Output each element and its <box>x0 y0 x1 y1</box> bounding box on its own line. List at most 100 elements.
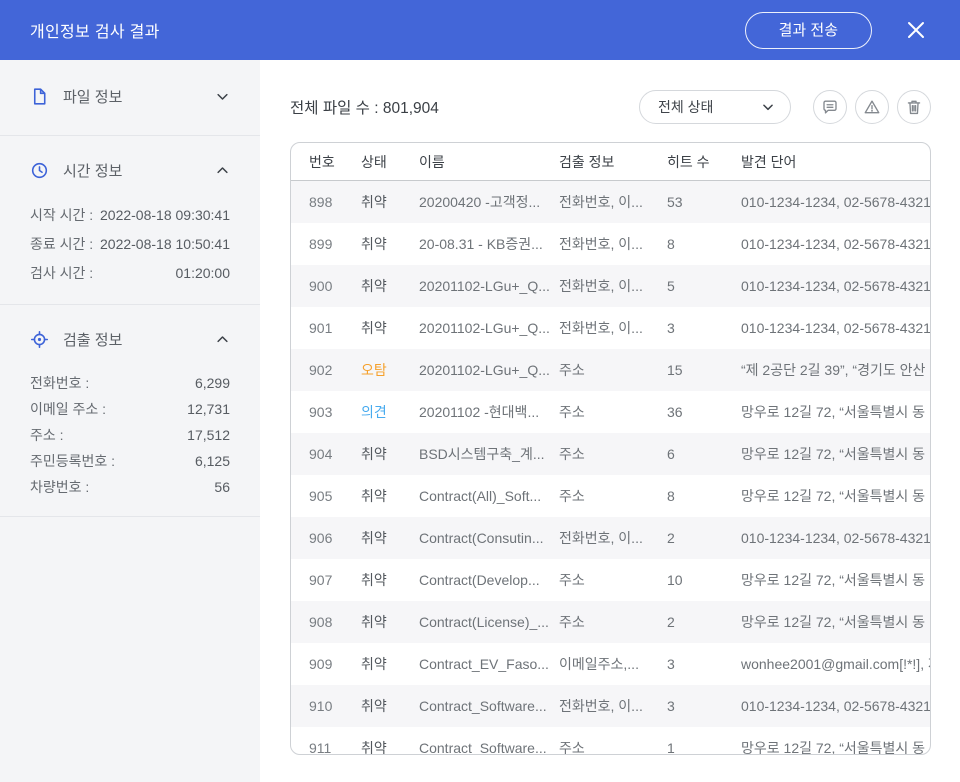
cell-hits: 6 <box>667 446 741 462</box>
send-results-button[interactable]: 결과 전송 <box>745 12 872 49</box>
col-header-detected: 검출 정보 <box>559 152 667 172</box>
chevron-up-icon <box>215 163 230 178</box>
info-value: 2022-08-18 10:50:41 <box>100 230 230 259</box>
cell-hits: 36 <box>667 404 741 420</box>
cell-hits: 15 <box>667 362 741 378</box>
table-row[interactable]: 906 취약 Contract(Consutin... 전화번호, 이... 2… <box>291 517 930 559</box>
main-content: 전체 파일 수 : 801,904 전체 상태 <box>260 60 960 782</box>
info-row: 검사 시간 : 01:20:00 <box>30 259 230 288</box>
cell-status: 취약 <box>361 696 419 716</box>
cell-no: 903 <box>309 404 361 420</box>
cell-hits: 53 <box>667 194 741 210</box>
cell-detected: 전화번호, 이... <box>559 192 667 212</box>
cell-hits: 3 <box>667 320 741 336</box>
table-row[interactable]: 905 취약 Contract(All)_Soft... 주소 8 망우로 12… <box>291 475 930 517</box>
cell-words: 010-1234-1234, 02-5678-4321, <box>741 194 930 210</box>
cell-detected: 이메일주소,... <box>559 654 667 674</box>
cell-no: 901 <box>309 320 361 336</box>
cell-status: 취약 <box>361 486 419 506</box>
table-row[interactable]: 908 취약 Contract(License)_... 주소 2 망우로 12… <box>291 601 930 643</box>
detect-info-toggle[interactable]: 검출 정보 <box>30 329 230 350</box>
table-row[interactable]: 903 의견 20201102 -현대백... 주소 36 망우로 12길 72… <box>291 391 930 433</box>
cell-detected: 전화번호, 이... <box>559 696 667 716</box>
info-label: 시작 시간 : <box>30 201 93 230</box>
cell-hits: 8 <box>667 488 741 504</box>
section-label: 시간 정보 <box>63 160 215 181</box>
status-filter-dropdown[interactable]: 전체 상태 <box>639 90 791 124</box>
info-value: 12,731 <box>187 396 230 422</box>
cell-no: 909 <box>309 656 361 672</box>
status-filter-value: 전체 상태 <box>658 97 713 117</box>
cell-hits: 8 <box>667 236 741 252</box>
cell-words: 망우로 12길 72, “서울특별시 동 <box>741 486 930 506</box>
close-icon[interactable] <box>905 19 927 41</box>
table-row[interactable]: 899 취약 20-08.31 - KB증권... 전화번호, 이... 8 0… <box>291 223 930 265</box>
chevron-up-icon <box>215 332 230 347</box>
cell-hits: 2 <box>667 530 741 546</box>
header-actions: 결과 전송 <box>745 12 927 49</box>
info-value: 17,512 <box>187 422 230 448</box>
info-value: 2022-08-18 09:30:41 <box>100 201 230 230</box>
results-table: 번호 상태 이름 검출 정보 히트 수 발견 단어 898 취약 2020042… <box>290 142 931 755</box>
cell-words: 010-1234-1234, 02-5678-4321, <box>741 278 930 294</box>
clock-icon <box>30 161 49 180</box>
cell-words: 010-1234-1234, 02-5678-4321, <box>741 698 930 714</box>
cell-words: 망우로 12길 72, “서울특별시 동 <box>741 402 930 422</box>
cell-no: 908 <box>309 614 361 630</box>
info-label: 이메일 주소 : <box>30 396 106 422</box>
cell-status: 취약 <box>361 612 419 632</box>
cell-status: 취약 <box>361 738 419 755</box>
cell-status: 오탐 <box>361 360 419 380</box>
cell-detected: 주소 <box>559 486 667 506</box>
header-bar: 개인정보 검사 결과 결과 전송 <box>0 0 960 60</box>
toolbar: 전체 파일 수 : 801,904 전체 상태 <box>290 90 931 124</box>
cell-no: 907 <box>309 572 361 588</box>
info-label: 검사 시간 : <box>30 259 93 288</box>
cell-status: 취약 <box>361 570 419 590</box>
info-row: 종료 시간 : 2022-08-18 10:50:41 <box>30 230 230 259</box>
sidebar-section-time-info: 시간 정보 시작 시간 : 2022-08-18 09:30:41 <box>0 136 260 304</box>
table-row[interactable]: 910 취약 Contract_Software... 전화번호, 이... 3… <box>291 685 930 727</box>
table-header: 번호 상태 이름 검출 정보 히트 수 발견 단어 <box>291 143 930 181</box>
page-title: 개인정보 검사 결과 <box>30 18 160 42</box>
total-files-label: 전체 파일 수 : 801,904 <box>290 96 439 118</box>
sidebar: 파일 정보 시간 정보 <box>0 60 260 782</box>
table-row[interactable]: 902 오탐 20201102-LGu+_Q... 주소 15 “제 2공단 2… <box>291 349 930 391</box>
cell-hits: 2 <box>667 614 741 630</box>
comment-button[interactable] <box>813 90 847 124</box>
cell-name: Contract(All)_Soft... <box>419 488 559 504</box>
col-header-words: 발견 단어 <box>741 152 930 172</box>
cell-hits: 3 <box>667 656 741 672</box>
table-row[interactable]: 907 취약 Contract(Develop... 주소 10 망우로 12길… <box>291 559 930 601</box>
info-label: 차량번호 : <box>30 474 89 500</box>
table-row[interactable]: 900 취약 20201102-LGu+_Q... 전화번호, 이... 5 0… <box>291 265 930 307</box>
warning-button[interactable] <box>855 90 889 124</box>
delete-button[interactable] <box>897 90 931 124</box>
chevron-down-icon <box>761 100 775 114</box>
cell-hits: 10 <box>667 572 741 588</box>
section-label: 검출 정보 <box>63 329 215 350</box>
info-value: 56 <box>214 474 230 500</box>
table-row[interactable]: 901 취약 20201102-LGu+_Q... 전화번호, 이... 3 0… <box>291 307 930 349</box>
cell-name: 20201102-LGu+_Q... <box>419 362 559 378</box>
cell-words: wonhee2001@gmail.com[!*!], 제 <box>741 654 930 674</box>
table-row[interactable]: 904 취약 BSD시스템구축_계... 주소 6 망우로 12길 72, “서… <box>291 433 930 475</box>
file-info-toggle[interactable]: 파일 정보 <box>30 86 230 107</box>
cell-status: 취약 <box>361 654 419 674</box>
toolbar-actions: 전체 상태 <box>639 90 931 124</box>
cell-detected: 주소 <box>559 402 667 422</box>
cell-name: 20200420 -고객정... <box>419 192 559 212</box>
section-label: 파일 정보 <box>63 86 215 107</box>
cell-hits: 1 <box>667 740 741 755</box>
detect-info-rows: 전화번호 : 6,299 이메일 주소 : 12,731 주소 : 17,512 <box>30 370 230 500</box>
table-row[interactable]: 898 취약 20200420 -고객정... 전화번호, 이... 53 01… <box>291 181 930 223</box>
table-row[interactable]: 911 취약 Contract_Software... 주소 1 망우로 12길… <box>291 727 930 755</box>
cell-name: 20201102 -현대백... <box>419 402 559 422</box>
table-row[interactable]: 909 취약 Contract_EV_Faso... 이메일주소,... 3 w… <box>291 643 930 685</box>
info-value: 01:20:00 <box>176 259 231 288</box>
cell-detected: 전화번호, 이... <box>559 528 667 548</box>
sidebar-section-file-info: 파일 정보 <box>0 60 260 135</box>
time-info-toggle[interactable]: 시간 정보 <box>30 160 230 181</box>
info-label: 주소 : <box>30 422 64 448</box>
col-header-name: 이름 <box>419 152 559 172</box>
